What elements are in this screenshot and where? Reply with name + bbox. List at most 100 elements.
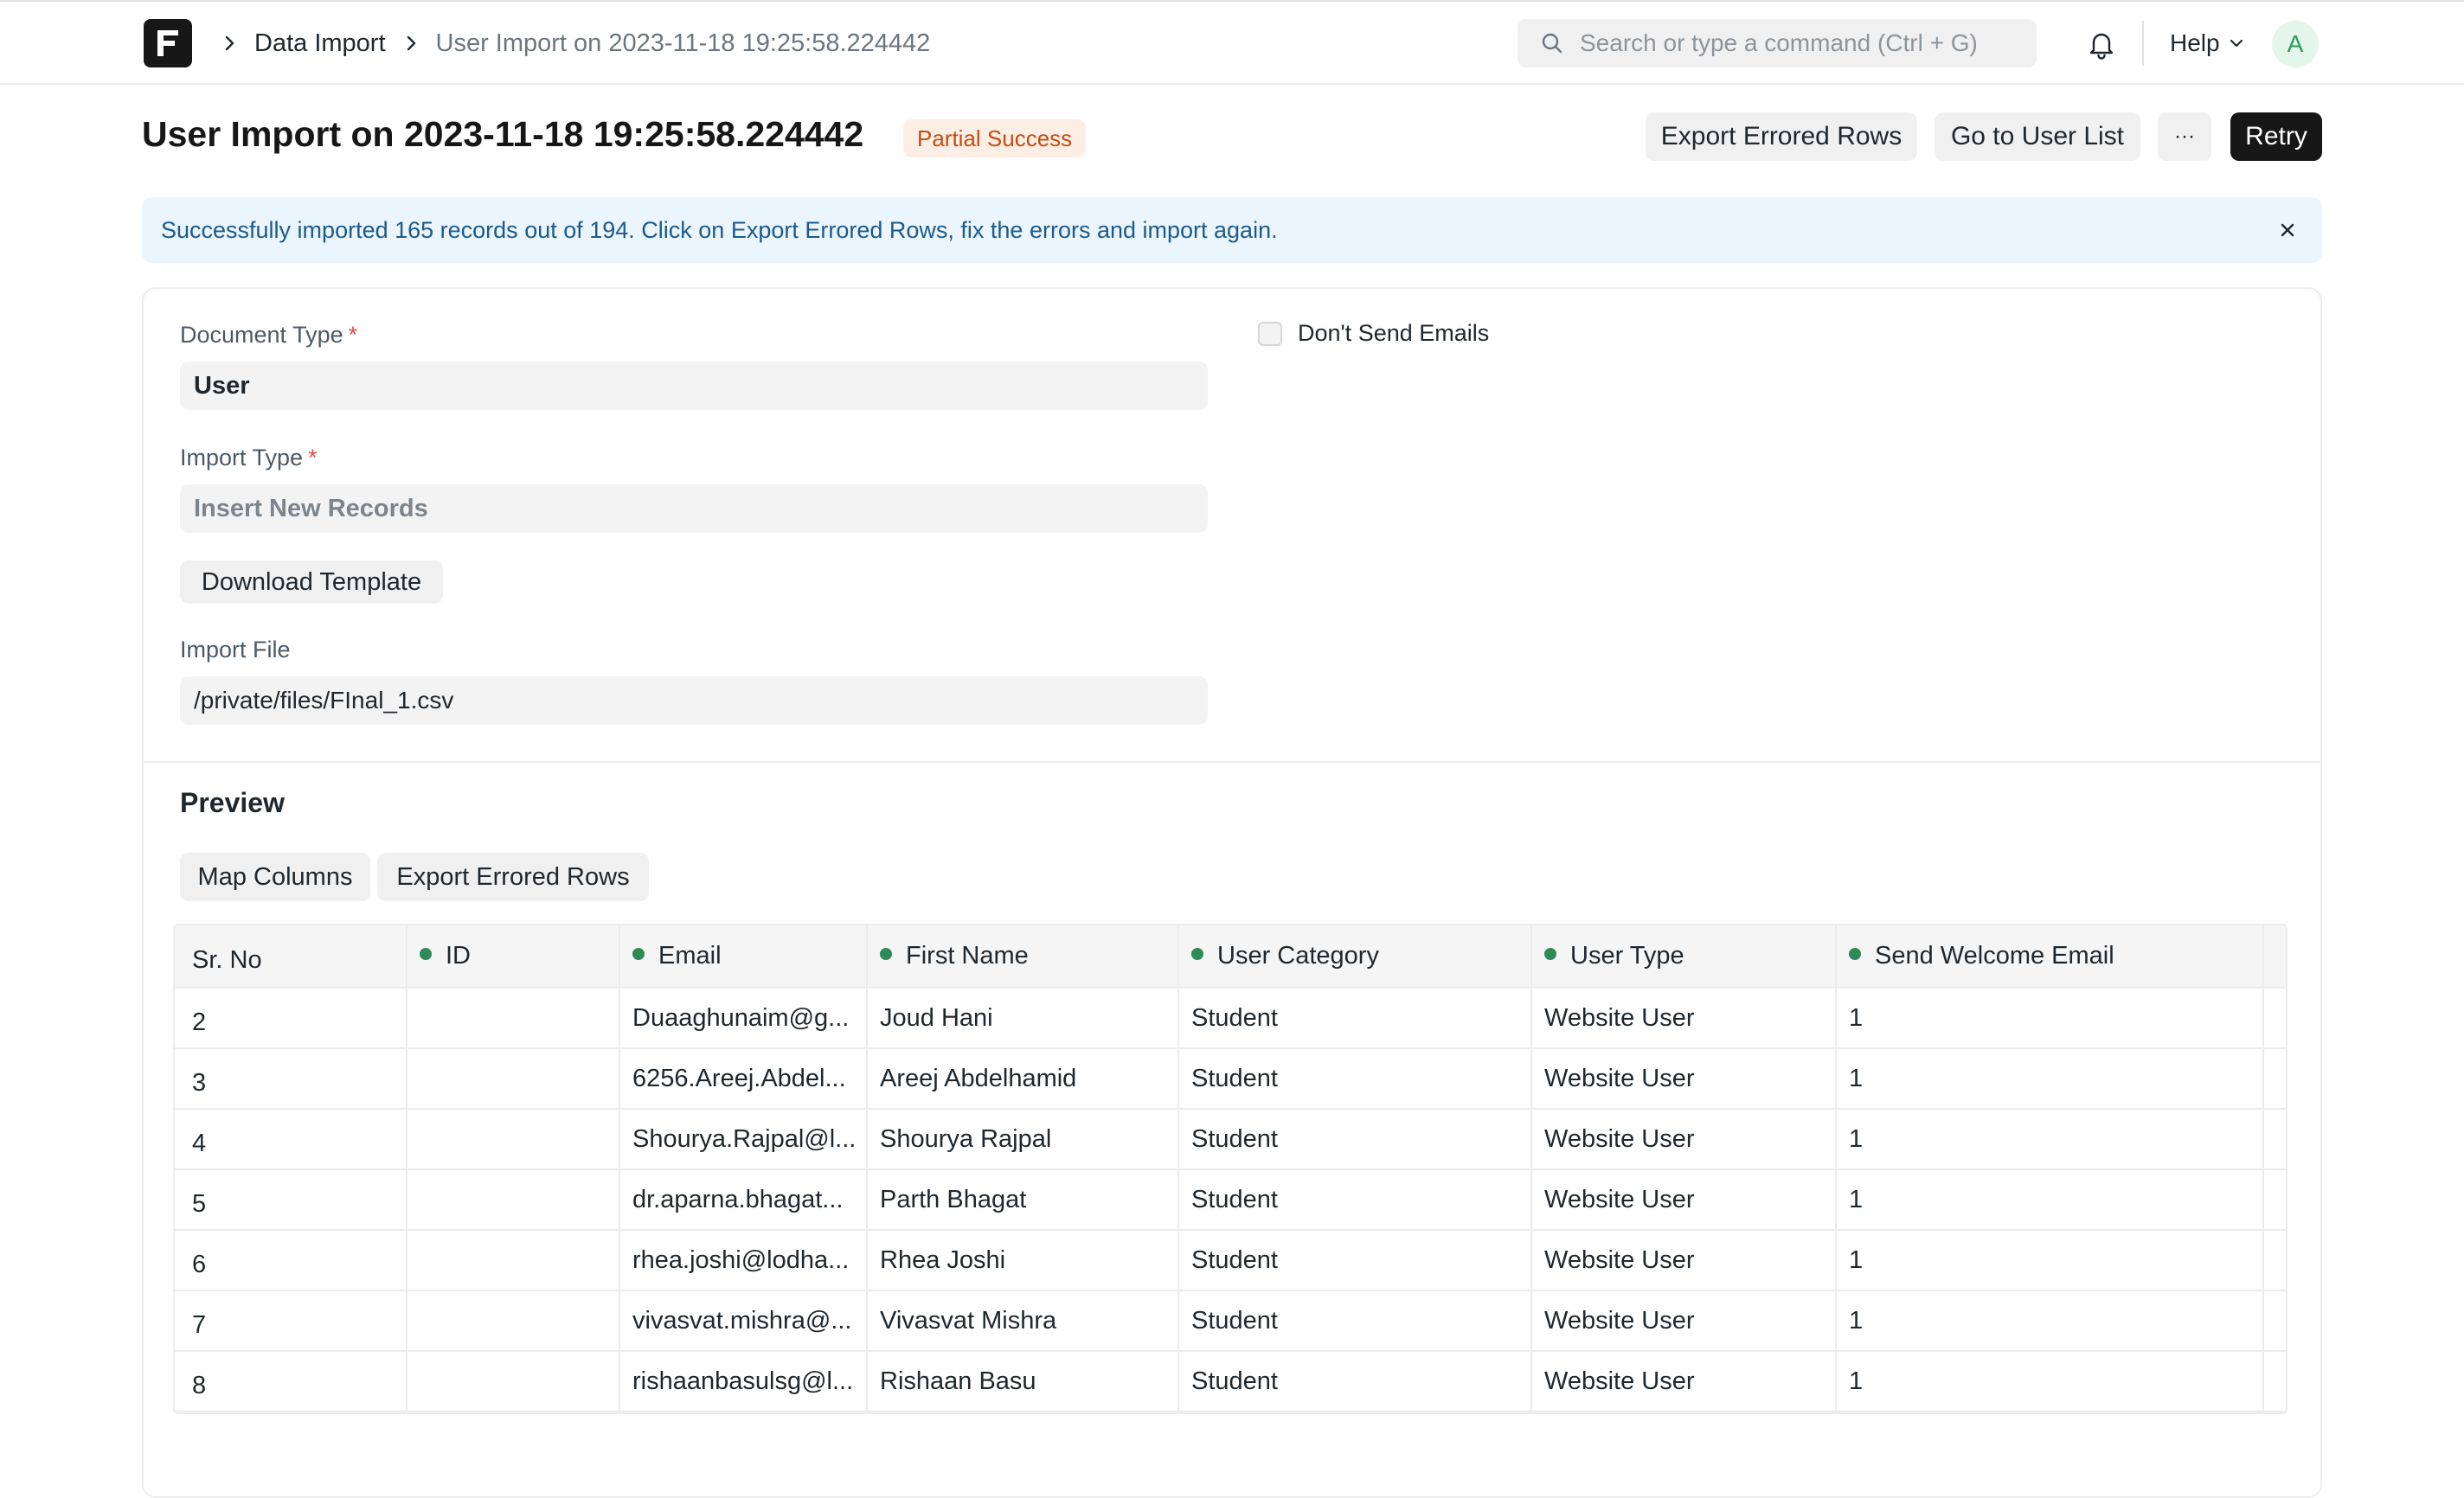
cell-send-welcome-email: 1 (1836, 1290, 2264, 1352)
cell-sr-no: 5 (175, 1169, 407, 1231)
cell-send-welcome-email: 1 (1836, 1048, 2264, 1110)
cell-send-welcome-email: 1 (1836, 1109, 2264, 1170)
search-input[interactable] (1580, 29, 2030, 57)
column-header-user-category[interactable]: User Category (1178, 925, 1532, 989)
column-header-id[interactable]: ID (407, 925, 620, 989)
cell-user-category: Student (1178, 1290, 1532, 1352)
import-type-label: Import Type * (180, 445, 318, 471)
import-type-field[interactable]: Insert New Records (180, 484, 1208, 533)
cell-spacer (2263, 1048, 2286, 1110)
preview-table: Sr. No ID Email First Name User Category… (173, 924, 2288, 1414)
breadcrumb-current[interactable]: User Import on 2023-11-18 19:25:58.22444… (436, 29, 931, 58)
column-header-send-welcome-email[interactable]: Send Welcome Email (1836, 925, 2264, 989)
cell-user-category: Student (1178, 1048, 1532, 1110)
column-header-email[interactable]: Email (619, 925, 868, 989)
cell-first-name: Shourya Rajpal (867, 1109, 1179, 1170)
cell-spacer (2263, 1290, 2286, 1352)
cell-id (407, 1351, 620, 1412)
column-header-label: User Type (1570, 942, 1684, 970)
cell-user-category: Student (1178, 1169, 1532, 1231)
cell-sr-no: 2 (175, 988, 407, 1049)
cell-email: Duaaghunaim@g... (619, 988, 868, 1049)
chevron-right-icon (225, 35, 234, 51)
cell-email: rhea.joshi@lodha... (619, 1230, 868, 1291)
cell-sr-no: 3 (175, 1048, 407, 1110)
document-type-field[interactable]: User (180, 362, 1208, 410)
table-row[interactable]: 4 Shourya.Rajpal@l... Shourya Rajpal Stu… (175, 1109, 2286, 1170)
dont-send-emails-label: Don't Send Emails (1298, 320, 1490, 346)
cell-sr-no: 6 (175, 1230, 407, 1291)
cell-user-category: Student (1178, 1109, 1532, 1170)
column-header-label: Send Welcome Email (1875, 942, 2114, 970)
breadcrumb-data-import[interactable]: Data Import (254, 29, 386, 58)
search-bar[interactable] (1518, 19, 2037, 67)
cell-first-name: Joud Hani (867, 988, 1179, 1049)
avatar[interactable]: A (2272, 21, 2319, 67)
cell-email: 6256.Areej.Abdel... (619, 1048, 868, 1110)
cell-id (407, 1230, 620, 1291)
chevron-right-icon (407, 35, 415, 51)
cell-first-name: Areej Abdelhamid (867, 1048, 1179, 1110)
app-logo-icon[interactable] (144, 19, 192, 67)
export-errored-rows-button[interactable]: Export Errored Rows (1646, 112, 1917, 161)
column-status-dot (1544, 948, 1556, 961)
cell-send-welcome-email: 1 (1836, 988, 2264, 1049)
cell-id (407, 1169, 620, 1231)
table-row[interactable]: 8 rishaanbasulsg@l... Rishaan Basu Stude… (175, 1351, 2286, 1412)
column-header-spacer (2263, 925, 2286, 989)
help-label: Help (2170, 29, 2220, 56)
cell-spacer (2263, 988, 2286, 1049)
column-header-user-type[interactable]: User Type (1531, 925, 1837, 989)
cell-user-category: Student (1178, 1351, 1532, 1412)
cell-user-type: Website User (1531, 1351, 1837, 1412)
bell-icon[interactable] (2085, 28, 2118, 61)
cell-sr-no: 7 (175, 1290, 407, 1352)
cell-user-type: Website User (1531, 1109, 1837, 1170)
table-row[interactable]: 3 6256.Areej.Abdel... Areej Abdelhamid S… (175, 1048, 2286, 1110)
import-result-alert: Successfully imported 165 records out of… (142, 197, 2322, 263)
column-header-sr-no[interactable]: Sr. No (175, 925, 407, 989)
dont-send-emails-option[interactable]: Don't Send Emails (1258, 320, 1489, 347)
cell-first-name: Rishaan Basu (867, 1351, 1179, 1412)
cell-spacer (2263, 1351, 2286, 1412)
column-header-label: Email (658, 942, 722, 970)
column-status-dot (880, 948, 892, 961)
cell-id (407, 1109, 620, 1170)
cell-user-category: Student (1178, 1230, 1532, 1291)
alert-message: Successfully imported 165 records out of… (161, 216, 1278, 243)
section-divider (144, 761, 2320, 763)
map-columns-button[interactable]: Map Columns (180, 853, 370, 901)
close-icon[interactable] (2275, 218, 2300, 242)
cell-user-type: Website User (1531, 1048, 1837, 1110)
cell-first-name: Rhea Joshi (867, 1230, 1179, 1291)
document-type-label: Document Type * (180, 322, 357, 349)
more-actions-button[interactable]: ··· (2158, 112, 2211, 161)
column-header-label: First Name (906, 942, 1029, 970)
document-type-label-text: Document Type (180, 322, 343, 348)
cell-user-type: Website User (1531, 1290, 1837, 1352)
import-type-label-text: Import Type (180, 445, 304, 471)
preview-export-errored-rows-button[interactable]: Export Errored Rows (377, 853, 649, 901)
column-header-first-name[interactable]: First Name (867, 925, 1179, 989)
retry-button[interactable]: Retry (2230, 112, 2322, 161)
cell-first-name: Vivasvat Mishra (867, 1290, 1179, 1352)
cell-id (407, 1290, 620, 1352)
go-to-user-list-button[interactable]: Go to User List (1935, 112, 2140, 161)
cell-user-type: Website User (1531, 1230, 1837, 1291)
cell-first-name: Parth Bhagat (867, 1169, 1179, 1231)
cell-sr-no: 8 (175, 1351, 407, 1412)
download-template-button[interactable]: Download Template (180, 560, 443, 604)
column-status-dot (1849, 948, 1861, 961)
table-row[interactable]: 6 rhea.joshi@lodha... Rhea Joshi Student… (175, 1230, 2286, 1291)
cell-email: vivasvat.mishra@... (619, 1290, 868, 1352)
dont-send-emails-checkbox[interactable] (1258, 321, 1282, 346)
cell-spacer (2263, 1169, 2286, 1231)
import-file-field[interactable]: /private/files/FInal_1.csv (180, 676, 1208, 725)
table-row[interactable]: 2 Duaaghunaim@g... Joud Hani Student Web… (175, 988, 2286, 1049)
cell-user-type: Website User (1531, 988, 1837, 1049)
help-dropdown[interactable]: Help (2170, 2, 2246, 85)
table-row[interactable]: 5 dr.aparna.bhagat... Parth Bhagat Stude… (175, 1169, 2286, 1231)
cell-id (407, 1048, 620, 1110)
table-row[interactable]: 7 vivasvat.mishra@... Vivasvat Mishra St… (175, 1290, 2286, 1352)
navbar-divider (2142, 21, 2144, 66)
